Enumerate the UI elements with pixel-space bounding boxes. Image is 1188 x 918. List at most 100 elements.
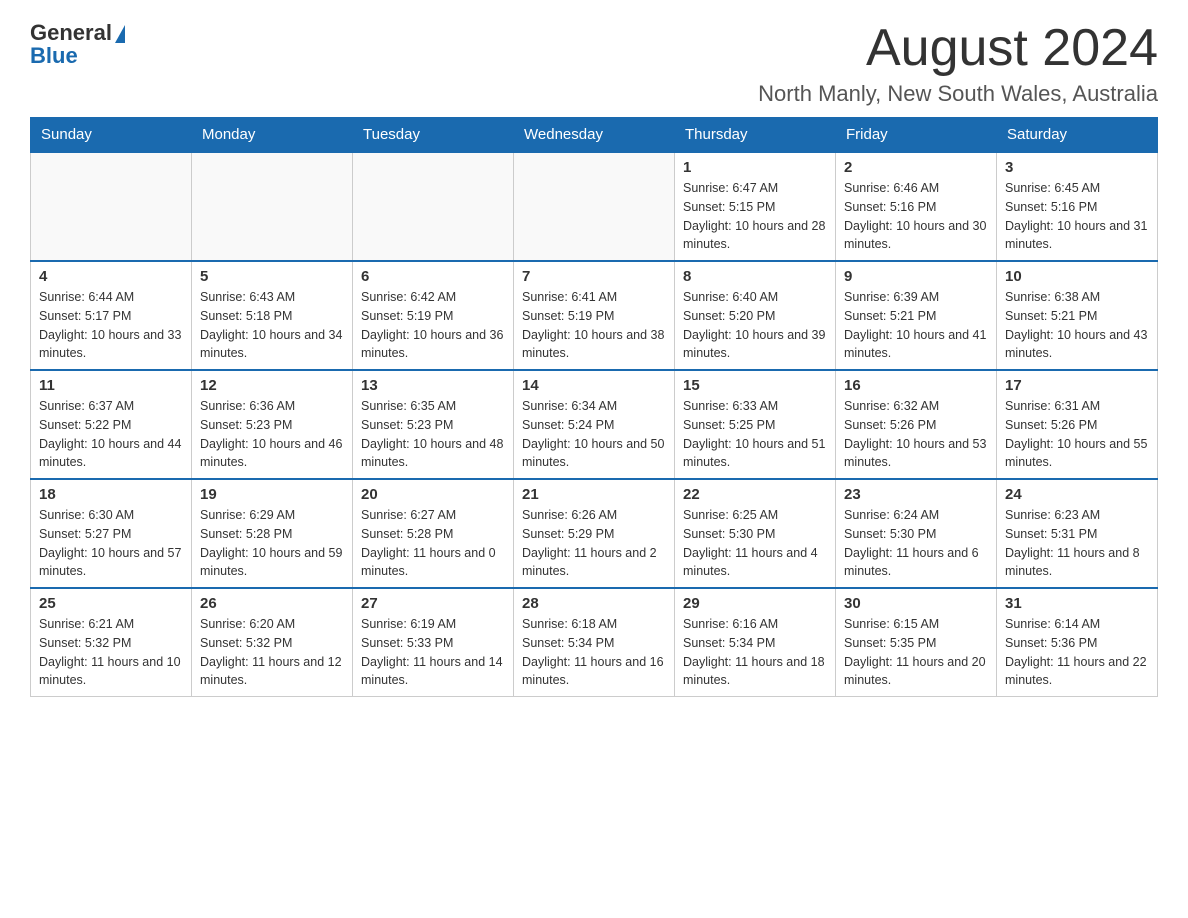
calendar-cell: 3 Sunrise: 6:45 AM Sunset: 5:16 PM Daylig… [997,152,1158,261]
day-number: 9 [844,268,988,285]
day-number: 1 [683,159,827,176]
sun-info: Sunrise: 6:41 AM Sunset: 5:19 PM Dayligh… [522,288,666,363]
calendar-week-row: 18 Sunrise: 6:30 AM Sunset: 5:27 PM Dayli… [31,479,1158,588]
sun-info: Sunrise: 6:32 AM Sunset: 5:26 PM Dayligh… [844,397,988,472]
sun-info: Sunrise: 6:27 AM Sunset: 5:28 PM Dayligh… [361,506,505,581]
logo: General Blue [30,20,125,69]
calendar-week-row: 11Sunrise: 6:37 AM Sunset: 5:22 PM Dayli… [31,370,1158,479]
day-number: 13 [361,377,505,394]
day-number: 15 [683,377,827,394]
day-number: 7 [522,268,666,285]
sun-info: Sunrise: 6:44 AM Sunset: 5:17 PM Dayligh… [39,288,183,363]
day-number: 16 [844,377,988,394]
day-number: 24 [1005,486,1149,503]
sun-info: Sunrise: 6:20 AM Sunset: 5:32 PM Dayligh… [200,615,344,690]
weekday-header-sunday: Sunday [31,118,192,153]
calendar-cell: 26 Sunrise: 6:20 AM Sunset: 5:32 PM Dayli… [192,588,353,697]
weekday-header-friday: Friday [836,118,997,153]
weekday-header-saturday: Saturday [997,118,1158,153]
sun-info: Sunrise: 6:43 AM Sunset: 5:18 PM Dayligh… [200,288,344,363]
day-number: 31 [1005,595,1149,612]
day-number: 3 [1005,159,1149,176]
day-number: 27 [361,595,505,612]
calendar-cell: 21 Sunrise: 6:26 AM Sunset: 5:29 PM Dayli… [514,479,675,588]
calendar-cell: 1 Sunrise: 6:47 AM Sunset: 5:15 PM Daylig… [675,152,836,261]
day-number: 14 [522,377,666,394]
day-number: 26 [200,595,344,612]
calendar-week-row: 4 Sunrise: 6:44 AM Sunset: 5:17 PM Daylig… [31,261,1158,370]
day-number: 2 [844,159,988,176]
calendar-cell [31,152,192,261]
sun-info: Sunrise: 6:47 AM Sunset: 5:15 PM Dayligh… [683,179,827,254]
sun-info: Sunrise: 6:46 AM Sunset: 5:16 PM Dayligh… [844,179,988,254]
sun-info: Sunrise: 6:14 AM Sunset: 5:36 PM Dayligh… [1005,615,1149,690]
sun-info: Sunrise: 6:31 AM Sunset: 5:26 PM Dayligh… [1005,397,1149,472]
sun-info: Sunrise: 6:23 AM Sunset: 5:31 PM Dayligh… [1005,506,1149,581]
calendar-cell: 31 Sunrise: 6:14 AM Sunset: 5:36 PM Dayli… [997,588,1158,697]
logo-blue: Blue [30,43,78,69]
calendar-cell: 23 Sunrise: 6:24 AM Sunset: 5:30 PM Dayli… [836,479,997,588]
calendar-cell [353,152,514,261]
day-number: 4 [39,268,183,285]
weekday-header-wednesday: Wednesday [514,118,675,153]
calendar-cell: 13 Sunrise: 6:35 AM Sunset: 5:23 PM Dayli… [353,370,514,479]
sun-info: Sunrise: 6:34 AM Sunset: 5:24 PM Dayligh… [522,397,666,472]
calendar-cell: 7 Sunrise: 6:41 AM Sunset: 5:19 PM Daylig… [514,261,675,370]
calendar-cell: 6Sunrise: 6:42 AM Sunset: 5:19 PM Daylig… [353,261,514,370]
sun-info: Sunrise: 6:19 AM Sunset: 5:33 PM Dayligh… [361,615,505,690]
day-number: 11 [39,377,183,394]
calendar-cell: 19 Sunrise: 6:29 AM Sunset: 5:28 PM Dayli… [192,479,353,588]
calendar-cell: 30 Sunrise: 6:15 AM Sunset: 5:35 PM Dayli… [836,588,997,697]
day-number: 29 [683,595,827,612]
sun-info: Sunrise: 6:24 AM Sunset: 5:30 PM Dayligh… [844,506,988,581]
calendar-table: SundayMondayTuesdayWednesdayThursdayFrid… [30,117,1158,697]
day-number: 21 [522,486,666,503]
sun-info: Sunrise: 6:45 AM Sunset: 5:16 PM Dayligh… [1005,179,1149,254]
weekday-header-thursday: Thursday [675,118,836,153]
title-section: August 2024 North Manly, New South Wales… [758,20,1158,107]
sun-info: Sunrise: 6:38 AM Sunset: 5:21 PM Dayligh… [1005,288,1149,363]
day-number: 28 [522,595,666,612]
calendar-cell [192,152,353,261]
sun-info: Sunrise: 6:36 AM Sunset: 5:23 PM Dayligh… [200,397,344,472]
calendar-cell: 14 Sunrise: 6:34 AM Sunset: 5:24 PM Dayli… [514,370,675,479]
weekday-header-monday: Monday [192,118,353,153]
sun-info: Sunrise: 6:30 AM Sunset: 5:27 PM Dayligh… [39,506,183,581]
day-number: 19 [200,486,344,503]
day-number: 17 [1005,377,1149,394]
sun-info: Sunrise: 6:25 AM Sunset: 5:30 PM Dayligh… [683,506,827,581]
day-number: 20 [361,486,505,503]
calendar-cell: 15 Sunrise: 6:33 AM Sunset: 5:25 PM Dayli… [675,370,836,479]
calendar-cell: 2 Sunrise: 6:46 AM Sunset: 5:16 PM Daylig… [836,152,997,261]
day-number: 8 [683,268,827,285]
page-header: General Blue August 2024 North Manly, Ne… [30,20,1158,107]
calendar-cell: 29Sunrise: 6:16 AM Sunset: 5:34 PM Dayli… [675,588,836,697]
calendar-cell: 25 Sunrise: 6:21 AM Sunset: 5:32 PM Dayli… [31,588,192,697]
sun-info: Sunrise: 6:18 AM Sunset: 5:34 PM Dayligh… [522,615,666,690]
logo-triangle-icon [115,25,125,43]
day-number: 30 [844,595,988,612]
sun-info: Sunrise: 6:35 AM Sunset: 5:23 PM Dayligh… [361,397,505,472]
calendar-cell: 17 Sunrise: 6:31 AM Sunset: 5:26 PM Dayli… [997,370,1158,479]
day-number: 18 [39,486,183,503]
calendar-cell: 27 Sunrise: 6:19 AM Sunset: 5:33 PM Dayli… [353,588,514,697]
sun-info: Sunrise: 6:33 AM Sunset: 5:25 PM Dayligh… [683,397,827,472]
calendar-cell: 22Sunrise: 6:25 AM Sunset: 5:30 PM Dayli… [675,479,836,588]
calendar-cell: 12 Sunrise: 6:36 AM Sunset: 5:23 PM Dayli… [192,370,353,479]
calendar-cell [514,152,675,261]
day-number: 25 [39,595,183,612]
sun-info: Sunrise: 6:29 AM Sunset: 5:28 PM Dayligh… [200,506,344,581]
weekday-header-tuesday: Tuesday [353,118,514,153]
sun-info: Sunrise: 6:26 AM Sunset: 5:29 PM Dayligh… [522,506,666,581]
day-number: 12 [200,377,344,394]
calendar-week-row: 1 Sunrise: 6:47 AM Sunset: 5:15 PM Daylig… [31,152,1158,261]
sun-info: Sunrise: 6:39 AM Sunset: 5:21 PM Dayligh… [844,288,988,363]
sun-info: Sunrise: 6:21 AM Sunset: 5:32 PM Dayligh… [39,615,183,690]
sun-info: Sunrise: 6:40 AM Sunset: 5:20 PM Dayligh… [683,288,827,363]
location-title: North Manly, New South Wales, Australia [758,81,1158,107]
calendar-cell: 28 Sunrise: 6:18 AM Sunset: 5:34 PM Dayli… [514,588,675,697]
calendar-week-row: 25 Sunrise: 6:21 AM Sunset: 5:32 PM Dayli… [31,588,1158,697]
calendar-cell: 11Sunrise: 6:37 AM Sunset: 5:22 PM Dayli… [31,370,192,479]
day-number: 23 [844,486,988,503]
sun-info: Sunrise: 6:15 AM Sunset: 5:35 PM Dayligh… [844,615,988,690]
